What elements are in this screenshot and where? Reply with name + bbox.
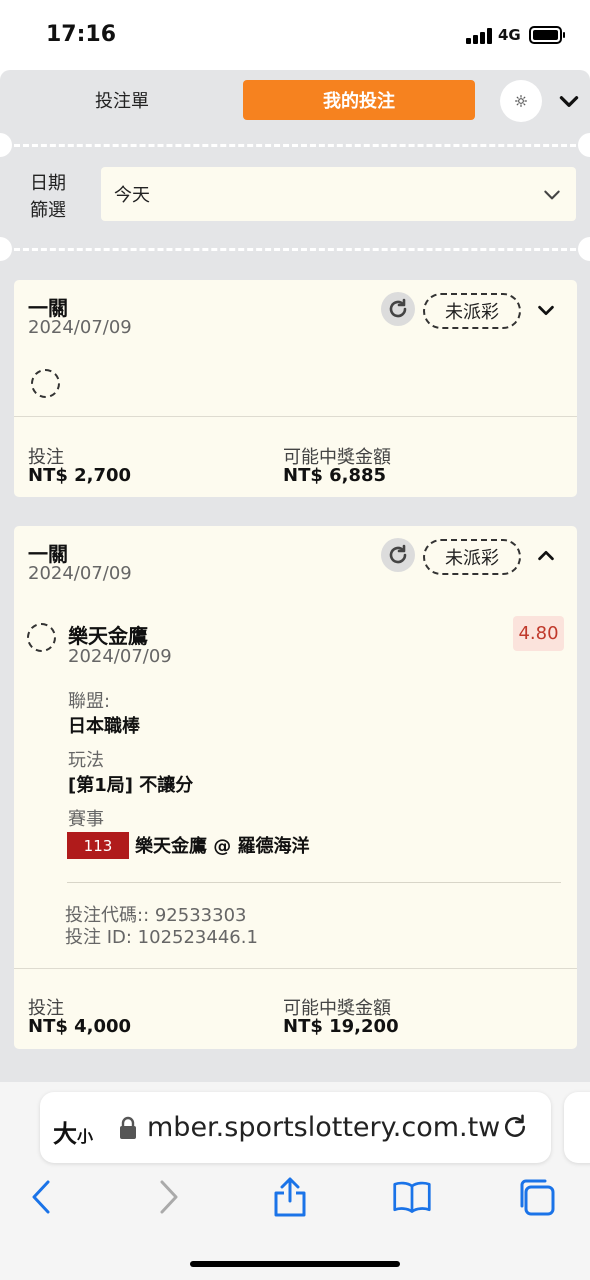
event-name: 樂天金鷹 @ 羅德海洋 xyxy=(135,836,310,857)
next-tab-preview[interactable] xyxy=(564,1092,590,1163)
refresh-icon xyxy=(389,544,407,564)
event-id-badge: 113 xyxy=(67,832,129,859)
status-badge: 未派彩 xyxy=(423,539,521,575)
back-button[interactable] xyxy=(21,1177,61,1217)
text-size-button[interactable]: 大小 xyxy=(53,1114,93,1149)
payout-value: NT$ 19,200 xyxy=(283,1016,399,1037)
forward-button[interactable] xyxy=(149,1177,189,1217)
dashed-divider xyxy=(14,248,576,251)
share-button[interactable] xyxy=(270,1177,310,1217)
chevron-right-icon xyxy=(160,1180,178,1214)
date-filter-value: 今天 xyxy=(114,185,150,206)
selection-date: 2024/07/09 xyxy=(68,646,172,667)
browser-toolbar: 大小 mber.sportslottery.com.tw xyxy=(0,1082,590,1280)
tabs-button[interactable] xyxy=(516,1177,556,1217)
pending-circle-icon xyxy=(31,369,60,398)
collapse-panel-chevron-icon[interactable] xyxy=(556,88,582,114)
pending-circle-icon xyxy=(27,623,56,652)
league-label: 聯盟: xyxy=(68,691,111,712)
address-bar[interactable]: 大小 mber.sportslottery.com.tw xyxy=(40,1092,551,1163)
league-value: 日本職棒 xyxy=(68,716,140,737)
bet-id: 投注 ID: 102523446.1 xyxy=(65,927,258,948)
market-label: 玩法 xyxy=(68,750,104,771)
stake-value: NT$ 2,700 xyxy=(28,465,132,486)
expand-chevron-icon[interactable] xyxy=(535,299,557,321)
chevron-down-icon xyxy=(544,190,560,200)
refresh-button[interactable] xyxy=(381,292,415,326)
bet-card: 一關 2024/07/09 未派彩 投注 NT$ 2,700 可能中獎金額 NT… xyxy=(14,280,577,497)
payout-value: NT$ 6,885 xyxy=(283,465,387,486)
odds-badge: 4.80 xyxy=(513,616,564,651)
tabs-icon xyxy=(520,1179,555,1216)
share-icon xyxy=(274,1177,306,1217)
gear-icon xyxy=(515,95,527,107)
collapse-chevron-icon[interactable] xyxy=(535,545,557,567)
bookmarks-button[interactable] xyxy=(392,1177,432,1217)
event-label: 賽事 xyxy=(68,809,104,830)
chevron-left-icon xyxy=(32,1180,50,1214)
signal-icon xyxy=(466,28,494,44)
status-time: 17:16 xyxy=(46,22,117,47)
book-icon xyxy=(393,1181,431,1213)
refresh-icon xyxy=(389,298,407,318)
refresh-button[interactable] xyxy=(381,538,415,572)
status-badge: 未派彩 xyxy=(423,293,521,329)
stake-value: NT$ 4,000 xyxy=(28,1016,132,1037)
bet-date: 2024/07/09 xyxy=(28,317,132,338)
market-value: [第1局] 不讓分 xyxy=(68,775,194,796)
date-filter-select[interactable]: 今天 xyxy=(101,167,576,221)
selection-team: 樂天金鷹 xyxy=(68,624,148,648)
status-bar: 17:16 4G xyxy=(0,0,590,70)
home-indicator xyxy=(190,1261,400,1267)
bet-date: 2024/07/09 xyxy=(28,563,132,584)
dashed-divider xyxy=(14,144,576,147)
bet-card: 一關 2024/07/09 未派彩 樂天金鷹 2024/07/09 4.80 聯… xyxy=(14,526,577,1049)
tab-my-bets[interactable]: 我的投注 xyxy=(243,80,475,120)
url-text: mber.sportslottery.com.tw xyxy=(147,1112,501,1143)
settings-button[interactable] xyxy=(500,80,542,122)
tab-bet-slip[interactable]: 投注單 xyxy=(6,80,238,120)
reload-icon[interactable] xyxy=(500,1112,530,1142)
lock-icon xyxy=(120,1116,136,1139)
date-filter-label: 日期 篩選 xyxy=(30,173,66,221)
battery-icon xyxy=(529,26,565,44)
network-label: 4G xyxy=(498,26,521,44)
bet-panel: 投注單 我的投注 日期 篩選 今天 一關 2024/07/09 未派彩 投注 N… xyxy=(0,70,590,1082)
